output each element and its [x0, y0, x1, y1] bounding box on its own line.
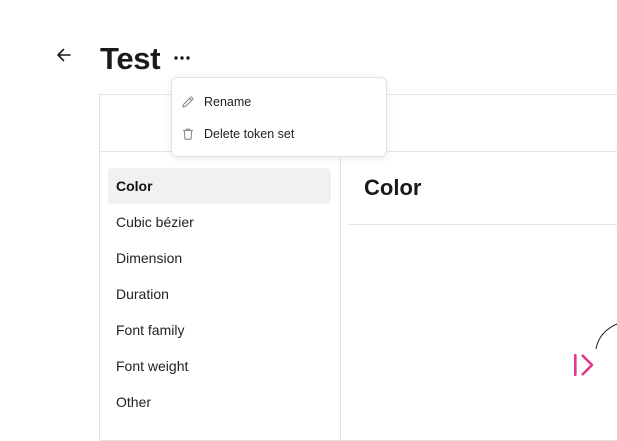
sidebar-item-other[interactable]: Other — [108, 384, 331, 420]
cursor-bar-icon — [574, 354, 577, 376]
back-button[interactable] — [52, 44, 76, 70]
chevron-right-icon — [581, 354, 594, 376]
sidebar-item-font-family[interactable]: Font family — [108, 312, 331, 348]
rename-menu-item[interactable]: Rename — [172, 88, 386, 116]
context-menu: Rename Delete token set — [171, 77, 387, 157]
pencil-icon — [180, 94, 196, 110]
more-horizontal-icon — [172, 48, 192, 66]
arrow-left-icon — [54, 45, 74, 70]
delete-token-set-label: Delete token set — [204, 127, 295, 141]
trash-icon — [180, 126, 196, 142]
section-title: Color — [364, 175, 422, 200]
sidebar-item-color[interactable]: Color — [108, 168, 331, 204]
decorative-illustration — [566, 320, 617, 385]
rename-label: Rename — [204, 95, 252, 109]
section-divider — [348, 224, 617, 225]
sidebar-list: Color Cubic bézier Dimension Duration Fo… — [108, 168, 331, 420]
token-type-sidebar: Color Cubic bézier Dimension Duration Fo… — [100, 152, 341, 440]
sidebar-item-font-weight[interactable]: Font weight — [108, 348, 331, 384]
sidebar-item-dimension[interactable]: Dimension — [108, 240, 331, 276]
delete-token-set-menu-item[interactable]: Delete token set — [172, 120, 386, 148]
more-options-button[interactable] — [169, 46, 195, 68]
sidebar-item-cubic-bezier[interactable]: Cubic bézier — [108, 204, 331, 240]
page-title: Test — [100, 41, 161, 76]
sidebar-item-duration[interactable]: Duration — [108, 276, 331, 312]
